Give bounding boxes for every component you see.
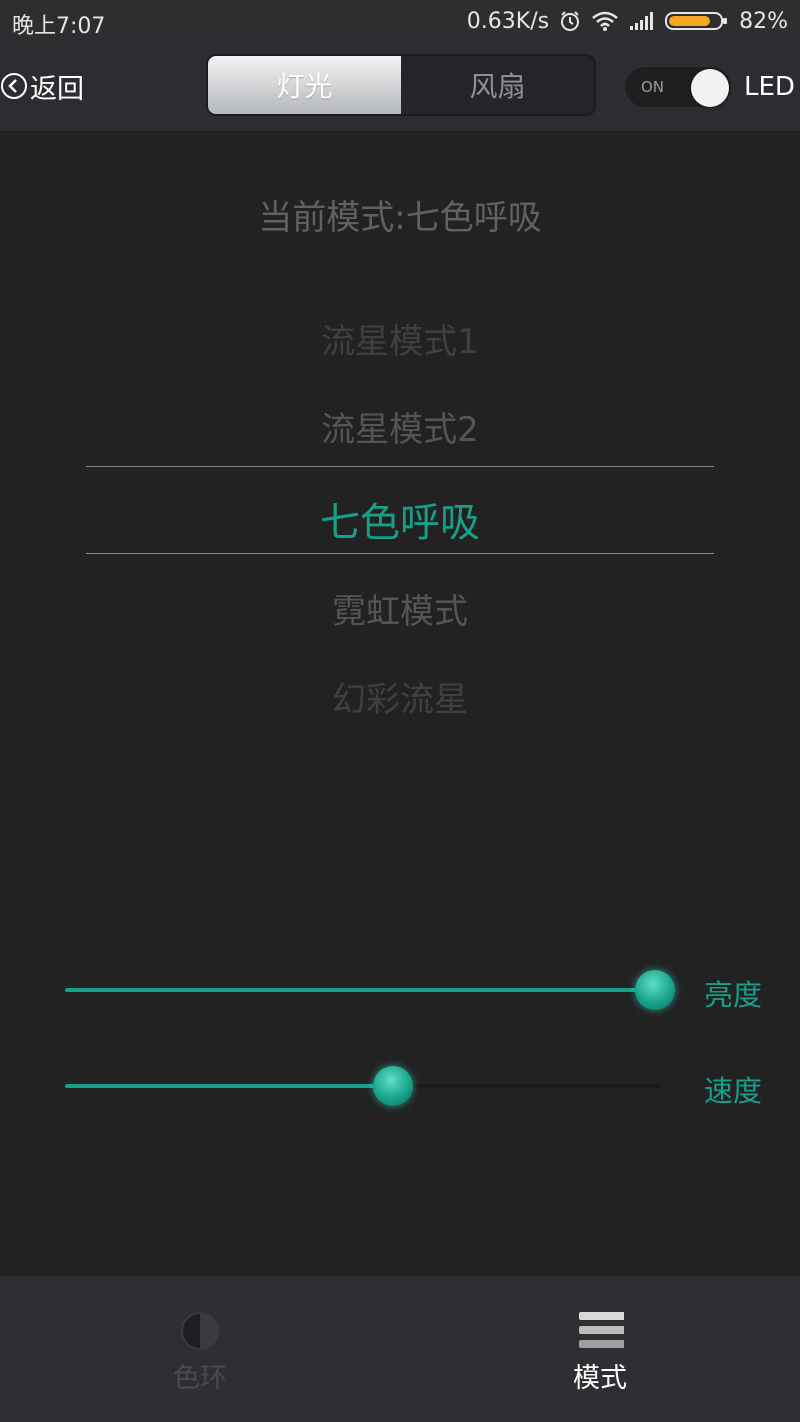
current-mode-prefix: 当前模式: — [258, 198, 406, 238]
picker-divider-top — [86, 466, 714, 467]
picker-divider-bottom — [86, 553, 714, 554]
battery-icon — [665, 12, 728, 30]
mode-item[interactable]: 霓虹模式 — [0, 584, 800, 633]
nav-label: 色环 — [173, 1363, 227, 1394]
slider-thumb[interactable] — [635, 970, 675, 1010]
status-icons: 0.63K/s 82% — [467, 0, 788, 42]
battery-percent: 82% — [739, 8, 788, 34]
toggle-state-label: ON — [641, 78, 665, 96]
slider-thumb[interactable] — [373, 1066, 413, 1106]
network-speed: 0.63K/s — [466, 8, 550, 34]
slider-fill — [65, 1084, 393, 1088]
status-bar: 晚上7:07 0.63K/s 82% — [0, 0, 800, 42]
wifi-icon — [592, 11, 618, 31]
brightness-label: 亮度 — [704, 978, 763, 1012]
bottom-nav: 色环 模式 — [0, 1276, 800, 1422]
current-mode-text: 当前模式:七色呼吸 — [0, 190, 800, 239]
mode-item-label: 流星模式2 — [321, 410, 479, 450]
back-button[interactable]: 返回 — [0, 66, 84, 106]
back-label: 返回 — [30, 73, 84, 105]
mode-item[interactable]: 流星模式1 — [0, 314, 800, 363]
tab-light[interactable]: 灯光 — [208, 56, 401, 114]
speed-slider[interactable] — [65, 1066, 661, 1106]
nav-item-color-wheel[interactable]: 色环 — [0, 1276, 400, 1422]
signal-icon — [630, 12, 654, 30]
slider-fill — [65, 988, 655, 992]
nav-label: 模式 — [573, 1363, 627, 1394]
brightness-slider[interactable] — [65, 970, 675, 1010]
current-mode-value: 七色呼吸 — [405, 198, 542, 238]
status-time: 晚上7:07 — [12, 14, 106, 39]
toggle-knob[interactable] — [691, 69, 729, 107]
speed-label: 速度 — [704, 1074, 763, 1108]
nav-item-mode[interactable]: 模式 — [400, 1276, 800, 1422]
mode-list-icon — [579, 1312, 624, 1348]
tab-light-label: 灯光 — [276, 70, 333, 103]
device-label: LED — [744, 72, 795, 102]
mode-item[interactable]: 幻彩流星 — [0, 672, 800, 721]
mode-item-label: 流星模式1 — [321, 322, 479, 362]
mode-item-selected[interactable]: 七色呼吸 — [0, 490, 800, 548]
mode-item-label: 幻彩流星 — [332, 680, 468, 720]
alarm-icon — [561, 11, 580, 31]
led-power-toggle[interactable]: ON — [624, 66, 732, 108]
title-bar: 返回 灯光 风扇 ON LED — [0, 42, 800, 131]
tab-fan-label: 风扇 — [469, 70, 526, 103]
color-wheel-icon — [181, 1312, 219, 1350]
light-fan-switch: 灯光 风扇 — [206, 54, 596, 116]
mode-item-label: 霓虹模式 — [332, 592, 468, 632]
tab-fan[interactable]: 风扇 — [401, 56, 594, 114]
mode-item[interactable]: 流星模式2 — [0, 402, 800, 451]
mode-item-label: 七色呼吸 — [320, 500, 480, 546]
chevron-left-circle-icon — [1, 73, 27, 99]
